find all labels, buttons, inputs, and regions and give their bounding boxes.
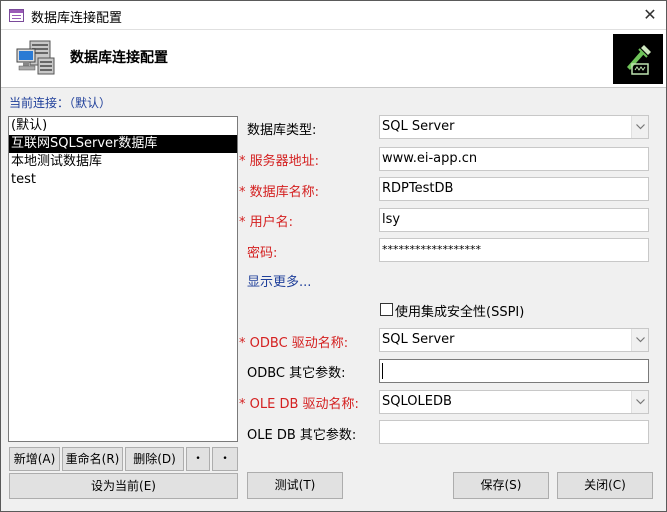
odbc-params-input[interactable] (379, 359, 649, 383)
window-title: 数据库连接配置 (31, 11, 123, 26)
connection-list[interactable]: (默认) 互联网SQLServer数据库 本地测试数据库 test (8, 116, 238, 442)
odbc-driver-select[interactable]: SQL Server (379, 328, 649, 352)
move-down-button[interactable]: • (212, 447, 238, 471)
dialog-window: 数据库连接配置 ✕ 数据库连接配置 当前连接：（默认） (默认) 互联网SQLS… (0, 0, 667, 512)
chevron-down-icon[interactable] (631, 329, 648, 351)
set-current-button[interactable]: 设为当前(E) (9, 473, 238, 499)
add-button[interactable]: 新增(A) (9, 447, 60, 471)
sspi-checkbox[interactable] (380, 303, 393, 316)
sspi-label[interactable]: 使用集成安全性(SSPI) (395, 301, 524, 320)
current-connection-label: 当前连接：（默认） (9, 96, 112, 110)
rename-button[interactable]: 重命名(R) (62, 447, 123, 471)
oledb-params-label: OLE DB 其它参数: (247, 428, 357, 443)
app-logo (613, 34, 663, 84)
dialog-header: 数据库连接配置 (1, 30, 666, 88)
chevron-down-icon[interactable] (631, 391, 648, 413)
oledb-driver-select[interactable]: SQLOLEDB (379, 390, 649, 414)
close-button[interactable]: 关闭(C) (557, 472, 653, 499)
show-more-link[interactable]: 显示更多... (247, 271, 311, 290)
db-name-input[interactable]: RDPTestDB (379, 177, 649, 201)
db-type-value: SQL Server (382, 119, 455, 134)
odbc-driver-label: * ODBC 驱动名称: (239, 336, 349, 351)
oledb-driver-label: * OLE DB 驱动名称: (239, 397, 359, 412)
connection-list-item[interactable]: 本地测试数据库 (9, 153, 237, 171)
database-servers-icon (16, 40, 56, 78)
connection-list-item[interactable]: 互联网SQLServer数据库 (9, 135, 237, 153)
odbc-driver-value: SQL Server (382, 332, 455, 347)
db-type-label: 数据库类型: (247, 123, 317, 138)
db-name-label: * 数据库名称: (239, 185, 320, 200)
db-type-select[interactable]: SQL Server (379, 115, 649, 139)
chevron-down-icon[interactable] (631, 116, 648, 138)
oledb-params-input[interactable] (379, 420, 649, 444)
user-input[interactable]: lsy (379, 208, 649, 232)
connection-list-item[interactable]: (默认) (9, 117, 237, 135)
delete-button[interactable]: 删除(D) (125, 447, 184, 471)
server-label: * 服务器地址: (239, 154, 320, 169)
test-button[interactable]: 测试(T) (247, 472, 343, 499)
app-icon (9, 9, 24, 22)
save-button[interactable]: 保存(S) (453, 472, 549, 499)
odbc-params-label: ODBC 其它参数: (247, 366, 346, 381)
connection-list-item[interactable]: test (9, 171, 237, 189)
title-bar[interactable]: 数据库连接配置 ✕ (1, 1, 666, 30)
password-label: 密码: (247, 246, 278, 261)
close-window-icon[interactable]: ✕ (639, 5, 661, 25)
text-caret (382, 363, 383, 379)
move-up-button[interactable]: • (186, 447, 210, 471)
oledb-driver-value: SQLOLEDB (382, 394, 452, 409)
password-input[interactable]: ****************** (379, 238, 649, 262)
header-title: 数据库连接配置 (70, 50, 168, 66)
user-label: * 用户名: (239, 215, 294, 230)
server-input[interactable]: www.ei-app.cn (379, 147, 649, 171)
